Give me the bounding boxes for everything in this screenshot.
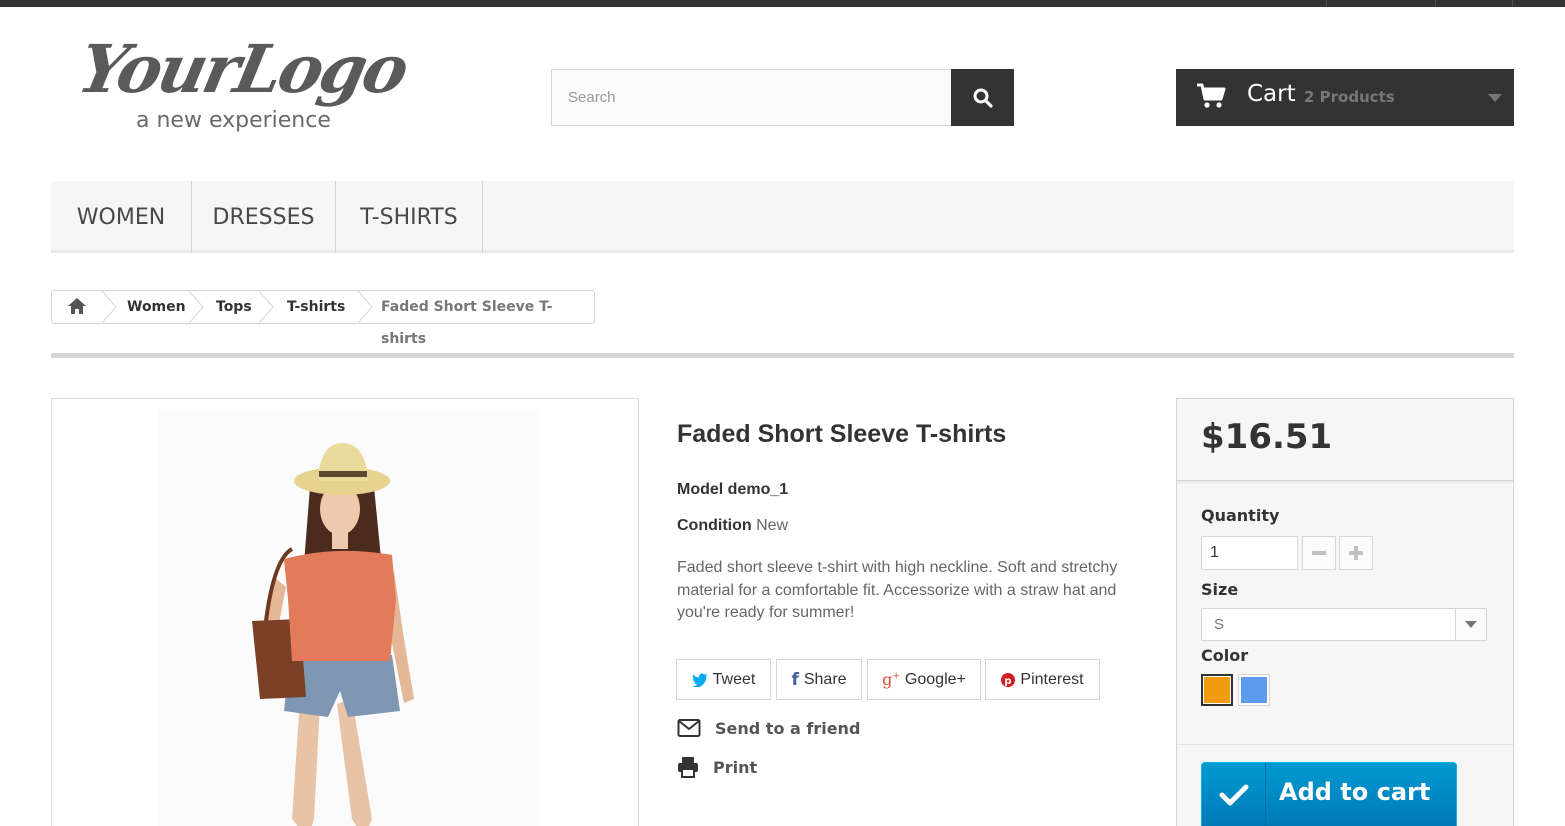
- pinterest-icon: p: [1001, 672, 1016, 687]
- price-area: $16.51: [1177, 399, 1513, 481]
- swatch-fill: [1204, 677, 1230, 703]
- breadcrumb-link[interactable]: Tops: [216, 291, 252, 323]
- condition-label: Condition: [677, 517, 752, 534]
- checkmark-icon: [1202, 763, 1266, 826]
- product-image[interactable]: [51, 398, 639, 826]
- send-to-friend-link[interactable]: Send to a friend: [677, 718, 860, 738]
- tweet-label: Tweet: [712, 670, 756, 688]
- breadcrumb-current: Faded Short Sleeve T-shirts: [381, 299, 553, 347]
- quantity-label: Quantity: [1201, 506, 1280, 525]
- menu-item-women[interactable]: WOMEN: [51, 181, 192, 253]
- product-description: Faded short sleeve t-shirt with high nec…: [677, 559, 1118, 621]
- svg-text:p: p: [1005, 676, 1012, 687]
- product-model: Model demo_1: [677, 481, 788, 499]
- quantity-input[interactable]: [1201, 536, 1298, 570]
- pinterest-button[interactable]: p Pinterest: [985, 659, 1100, 700]
- facebook-icon: f: [791, 669, 799, 690]
- top-bar-divider: [1326, 0, 1327, 7]
- breadcrumb-home[interactable]: [67, 297, 87, 317]
- size-selected-value: S: [1214, 616, 1225, 633]
- share-button[interactable]: f Share: [776, 659, 862, 700]
- cart-product-count: 2 Products: [1304, 88, 1395, 106]
- top-bar: [0, 0, 1565, 7]
- product-price: $16.51: [1201, 417, 1333, 457]
- breadcrumb-separator: [259, 291, 273, 323]
- chevron-down-icon: [1455, 609, 1486, 640]
- top-bar-divider: [1512, 0, 1513, 7]
- search-icon: [973, 88, 993, 108]
- search-bar: [551, 69, 1014, 126]
- site-logo[interactable]: YourLogo a new experience: [72, 30, 440, 140]
- cart-button[interactable]: Cart 2 Products: [1176, 69, 1514, 126]
- breadcrumb-link[interactable]: Women: [127, 291, 186, 323]
- menu-item-dresses[interactable]: DRESSES: [192, 181, 336, 253]
- main-menu: WOMEN DRESSES T-SHIRTS: [51, 181, 1514, 253]
- divider: [1177, 744, 1513, 745]
- logo-tagline: a new experience: [136, 108, 331, 133]
- plus-icon: [1349, 546, 1363, 560]
- condition-value: New: [756, 517, 789, 534]
- breadcrumb-separator: [189, 291, 203, 323]
- breadcrumb-separator: [102, 291, 116, 323]
- add-to-cart-label: Add to cart: [1279, 778, 1431, 806]
- google-plus-label: Google+: [904, 670, 966, 688]
- search-input[interactable]: [551, 69, 951, 126]
- minus-icon: [1312, 551, 1326, 555]
- send-to-friend-label: Send to a friend: [715, 718, 861, 738]
- shopping-cart-icon: [1197, 83, 1226, 108]
- twitter-icon: [691, 672, 708, 687]
- add-to-cart-button[interactable]: Add to cart: [1201, 762, 1457, 826]
- size-label: Size: [1201, 580, 1239, 599]
- print-label: Print: [713, 757, 758, 777]
- product-condition: Condition New: [677, 517, 788, 535]
- envelope-icon: [677, 719, 701, 737]
- tweet-button[interactable]: Tweet: [676, 659, 771, 700]
- chevron-down-icon: [1488, 94, 1502, 102]
- quantity-increase-button[interactable]: [1339, 536, 1373, 570]
- printer-icon: [678, 757, 698, 778]
- google-plus-button[interactable]: g+ Google+: [867, 659, 981, 700]
- print-link[interactable]: Print: [677, 756, 757, 778]
- cart-title: Cart: [1247, 81, 1296, 107]
- product-title: Faded Short Sleeve T-shirts: [677, 420, 1007, 448]
- breadcrumb: Women Tops T-shirts Faded Short Sleeve T…: [51, 290, 595, 347]
- size-select[interactable]: S: [1201, 608, 1487, 641]
- color-swatch-blue[interactable]: [1238, 674, 1270, 706]
- quantity-decrease-button[interactable]: [1302, 536, 1336, 570]
- color-swatch-orange[interactable]: [1201, 674, 1233, 706]
- breadcrumb-link[interactable]: T-shirts: [287, 291, 345, 323]
- model-value: demo_1: [727, 481, 789, 498]
- top-bar-divider: [1435, 0, 1436, 7]
- menu-item-tshirts[interactable]: T-SHIRTS: [336, 181, 483, 253]
- share-label: Share: [803, 670, 847, 688]
- swatch-fill: [1241, 677, 1267, 703]
- home-icon: [68, 298, 86, 314]
- search-button[interactable]: [951, 69, 1014, 126]
- divider: [51, 353, 1514, 358]
- logo-script-text: YourLogo: [71, 30, 414, 108]
- product-photo: [157, 409, 537, 826]
- google-plus-icon: g+: [882, 670, 900, 689]
- pinterest-label: Pinterest: [1020, 670, 1084, 688]
- color-label: Color: [1201, 646, 1249, 665]
- model-label: Model: [677, 481, 724, 498]
- breadcrumb-separator: [358, 291, 372, 323]
